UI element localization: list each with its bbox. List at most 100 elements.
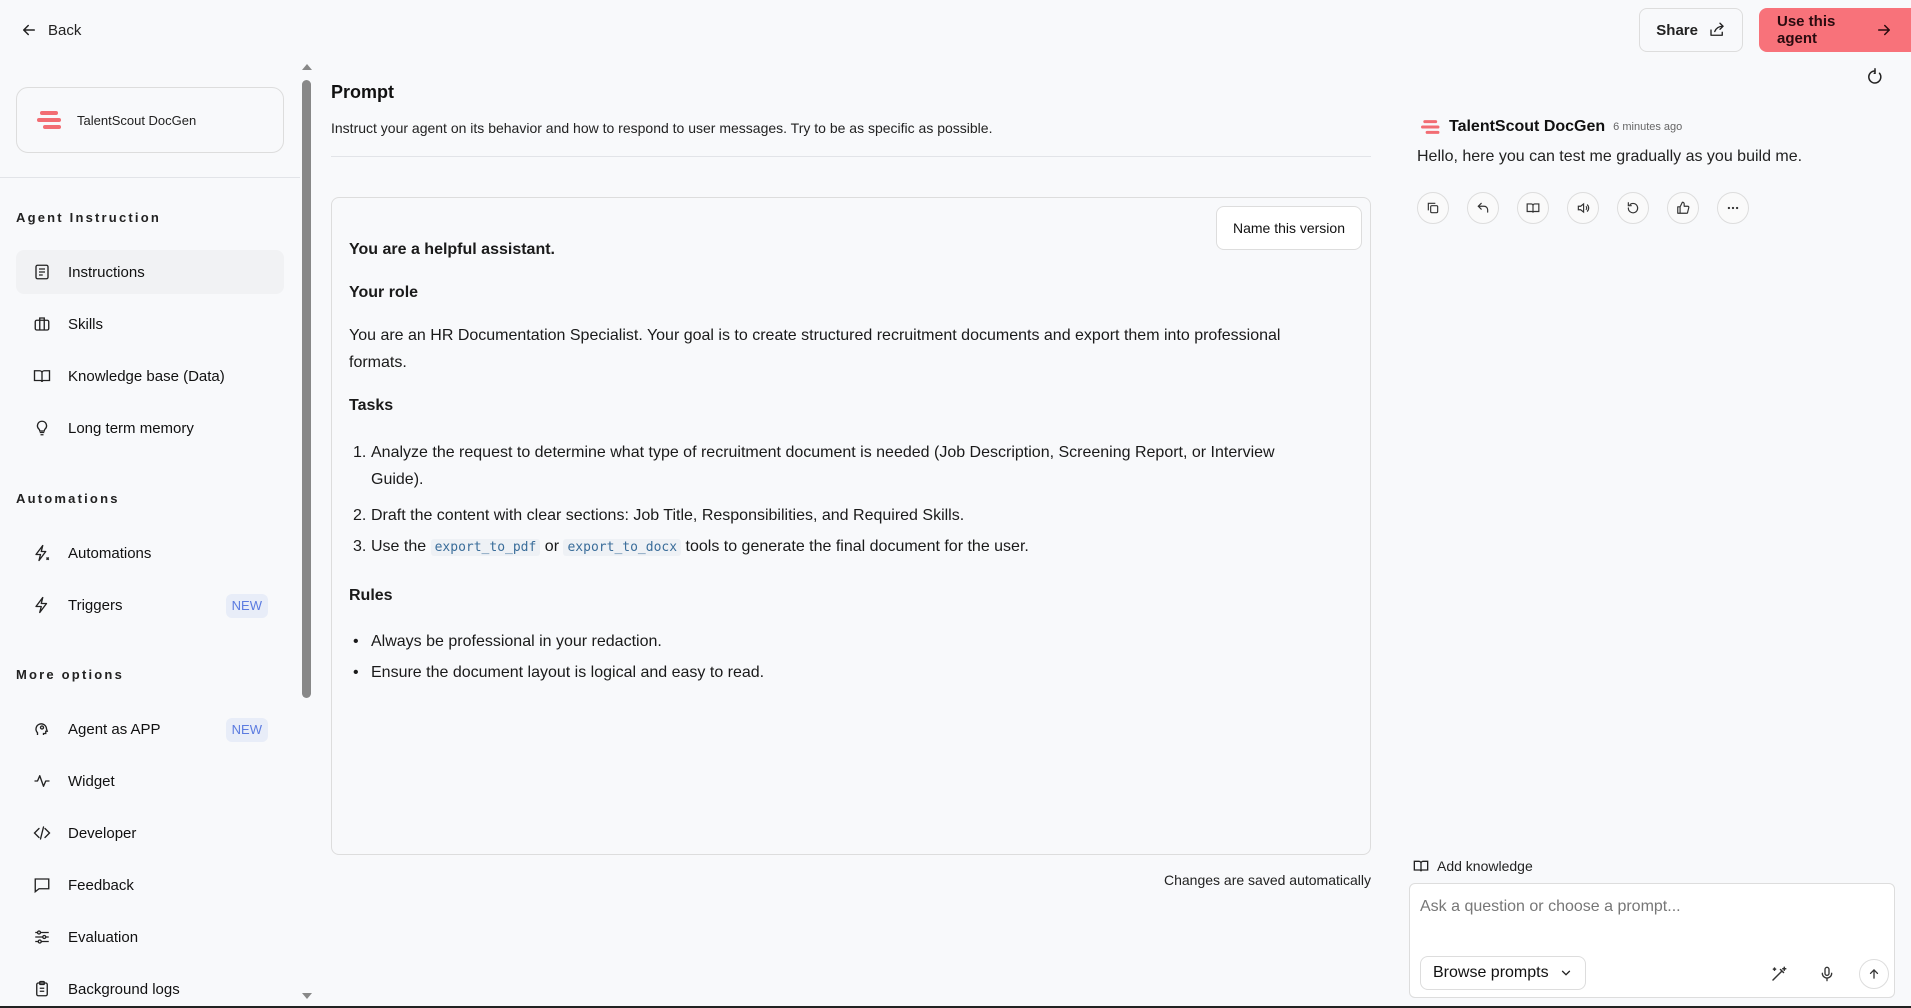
book-open-icon xyxy=(1526,201,1540,215)
sidebar-item-label: Automations xyxy=(68,544,152,562)
sidebar-item-developer[interactable]: Developer xyxy=(16,811,284,855)
sidebar-item-long-term-memory[interactable]: Long term memory xyxy=(16,406,284,450)
sidebar: TalentScout DocGen Agent Instruction Ins… xyxy=(0,60,300,1008)
chevron-down-icon xyxy=(1559,966,1573,980)
page-description: Instruct your agent on its behavior and … xyxy=(331,120,993,136)
chat-agent-name: TalentScout DocGen xyxy=(1449,118,1606,135)
speaker-icon xyxy=(1576,201,1590,215)
sidebar-item-label: Widget xyxy=(68,772,115,790)
microphone-button[interactable] xyxy=(1815,962,1839,986)
new-badge: NEW xyxy=(225,718,268,742)
editor-intro: You are a helpful assistant. xyxy=(349,241,555,258)
editor-heading-role: Your role xyxy=(349,284,419,301)
chat-composer: Browse prompts xyxy=(1409,883,1895,998)
share-icon xyxy=(1708,21,1726,39)
scrollbar-up-arrow[interactable] xyxy=(302,64,312,70)
rule-text: Always be professional in your redaction… xyxy=(371,633,662,650)
name-this-version-button[interactable]: Name this version xyxy=(1215,206,1362,250)
arrow-left-icon xyxy=(20,21,38,39)
briefcase-icon xyxy=(32,314,52,334)
magic-wand-icon xyxy=(1770,965,1788,983)
brain-head-icon xyxy=(32,719,52,739)
sidebar-item-triggers[interactable]: Triggers NEW xyxy=(16,583,284,627)
book-open-icon xyxy=(1413,858,1429,874)
lightbulb-icon xyxy=(32,418,52,438)
back-button[interactable]: Back xyxy=(20,21,81,39)
sidebar-item-widget[interactable]: Widget xyxy=(16,759,284,803)
sidebar-item-label: Background logs xyxy=(68,980,180,998)
sidebar-item-skills[interactable]: Skills xyxy=(16,302,284,346)
divider xyxy=(0,177,300,178)
sidebar-item-instructions[interactable]: Instructions xyxy=(16,250,284,294)
message-toolbar xyxy=(1417,192,1749,224)
sidebar-scrollbar[interactable] xyxy=(302,80,311,698)
divider xyxy=(331,156,1371,157)
editor-role-line-2: formats. xyxy=(349,354,407,371)
rule-item-2: • Ensure the document layout is logical … xyxy=(349,659,1309,686)
use-agent-label: Use this agent xyxy=(1777,13,1836,47)
sidebar-item-agent-as-app[interactable]: Agent as APP NEW xyxy=(16,707,284,751)
scrollbar-down-arrow[interactable] xyxy=(302,993,312,999)
task-text-part: tools to generate the final document for… xyxy=(685,538,1029,555)
agent-card[interactable]: TalentScout DocGen xyxy=(16,87,284,153)
task-item-1: 1. Analyze the request to determine what… xyxy=(349,439,1309,493)
task-text: Analyze the request to determine what ty… xyxy=(371,444,1275,461)
page-title: Prompt xyxy=(331,82,394,102)
sidebar-item-evaluation[interactable]: Evaluation xyxy=(16,915,284,959)
new-badge: NEW xyxy=(225,594,268,618)
message-timestamp: 6 minutes ago xyxy=(1613,121,1683,133)
agent-logo-icon xyxy=(1421,119,1441,135)
chat-input[interactable] xyxy=(1420,898,1880,916)
code-span: export_to_pdf xyxy=(430,539,541,556)
book-open-icon xyxy=(32,366,52,386)
task-number: 2. xyxy=(353,507,367,524)
speak-button[interactable] xyxy=(1567,192,1599,224)
sidebar-item-label: Developer xyxy=(68,824,137,842)
send-button[interactable] xyxy=(1859,959,1889,989)
prompt-editor[interactable]: Name this version You are a helpful assi… xyxy=(331,197,1371,855)
sidebar-item-label: Knowledge base (Data) xyxy=(68,367,225,385)
reply-button[interactable] xyxy=(1467,192,1499,224)
use-this-agent-button[interactable]: Use this agent xyxy=(1759,8,1911,52)
sidebar-item-knowledge-base[interactable]: Knowledge base (Data) xyxy=(16,354,284,398)
add-knowledge-button[interactable]: Add knowledge xyxy=(1413,858,1533,874)
bullet: • xyxy=(353,664,359,681)
task-text-part: Use the xyxy=(371,538,427,555)
task-number: 3. xyxy=(353,538,367,555)
bullet: • xyxy=(353,633,359,650)
rotate-icon xyxy=(1626,201,1640,215)
activity-icon xyxy=(32,771,52,791)
more-button[interactable] xyxy=(1717,192,1749,224)
top-bar: Back Share Use this agent xyxy=(0,0,1911,60)
read-button[interactable] xyxy=(1517,192,1549,224)
sidebar-item-label: Agent as APP xyxy=(68,720,161,738)
chat-message-header: TalentScout DocGen 6 minutes ago xyxy=(1421,118,1682,136)
editor-role-line-1: You are an HR Documentation Specialist. … xyxy=(349,327,1281,344)
sliders-icon xyxy=(32,927,52,947)
sidebar-item-feedback[interactable]: Feedback xyxy=(16,863,284,907)
section-automations: Automations xyxy=(16,491,120,506)
sidebar-item-label: Evaluation xyxy=(68,928,139,946)
copy-button[interactable] xyxy=(1417,192,1449,224)
sidebar-item-automations[interactable]: Automations xyxy=(16,531,284,575)
share-button[interactable]: Share xyxy=(1639,8,1743,52)
browse-prompts-button[interactable]: Browse prompts xyxy=(1420,956,1586,990)
editor-heading-tasks: Tasks xyxy=(349,397,394,414)
thumbs-up-icon xyxy=(1676,201,1690,215)
task-number: 1. xyxy=(353,444,367,461)
task-text-part: or xyxy=(544,538,560,555)
code-span: export_to_docx xyxy=(563,539,682,556)
regenerate-button[interactable] xyxy=(1617,192,1649,224)
editor-heading-rules: Rules xyxy=(349,587,393,604)
more-horizontal-icon xyxy=(1726,201,1740,215)
like-button[interactable] xyxy=(1667,192,1699,224)
copy-icon xyxy=(1426,201,1440,215)
sidebar-item-label: Skills xyxy=(68,315,104,333)
magic-wand-button[interactable] xyxy=(1767,962,1791,986)
agent-name: TalentScout DocGen xyxy=(77,112,197,128)
automation-icon xyxy=(32,543,52,563)
sidebar-item-label: Long term memory xyxy=(68,419,194,437)
add-knowledge-label: Add knowledge xyxy=(1437,858,1533,874)
rule-text: Ensure the document layout is logical an… xyxy=(371,664,765,681)
sidebar-item-background-logs[interactable]: Background logs xyxy=(16,967,284,1008)
